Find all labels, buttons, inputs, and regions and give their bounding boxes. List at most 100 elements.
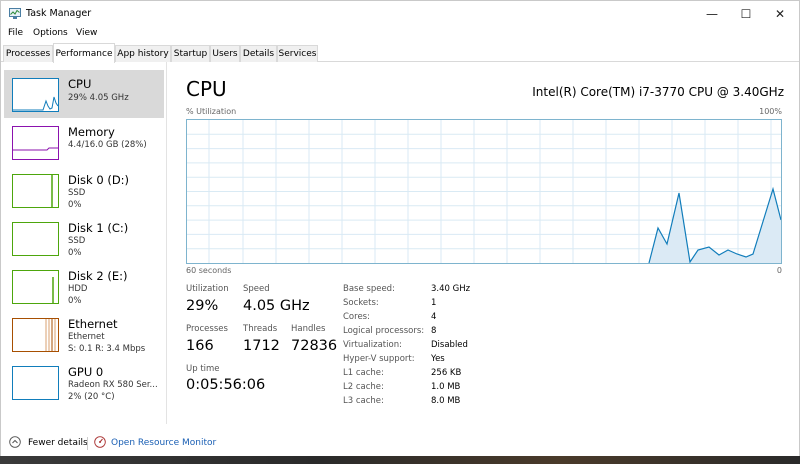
sidebar-item-label: Disk 0 (D:) <box>68 173 130 187</box>
sidebar-item-type: Ethernet <box>68 332 105 342</box>
logical-processors-label: Logical processors: <box>343 326 425 336</box>
sidebar-item-ethernet[interactable]: Ethernet Ethernet S: 0.1 R: 3.4 Mbps <box>4 310 164 358</box>
desktop-background-strip <box>0 456 800 464</box>
sidebar-item-label: Ethernet <box>68 317 118 331</box>
minimize-icon: — <box>706 7 718 21</box>
menu-view[interactable]: View <box>76 28 97 38</box>
sidebar-item-cpu[interactable]: CPU 29% 4.05 GHz <box>4 70 164 118</box>
disk-2-mini-graph <box>52 277 54 303</box>
fewer-details-button[interactable]: Fewer details <box>28 438 88 448</box>
sidebar-item-label: Disk 2 (E:) <box>68 269 128 283</box>
chevron-up-icon[interactable] <box>9 436 21 448</box>
processes-label: Processes <box>186 324 228 334</box>
processes-value: 166 <box>186 338 214 354</box>
maximize-icon: ☐ <box>740 7 752 21</box>
graph-min-label: 0 <box>776 266 782 275</box>
footer-bar: Fewer details Open Resource Monitor <box>1 427 799 457</box>
task-manager-window: Task Manager — ☐ ✕ File Options View Pro… <box>0 0 800 464</box>
virtualization-value: Disabled <box>431 340 468 350</box>
title-bar[interactable]: Task Manager — ☐ ✕ <box>1 1 799 27</box>
ethernet-thumbnail-graph <box>12 318 59 352</box>
task-manager-app-icon <box>9 8 21 19</box>
sidebar-item-detail: S: 0.1 R: 3.4 Mbps <box>68 344 146 354</box>
sidebar-item-type: HDD <box>68 284 88 294</box>
disk-0-thumbnail-graph <box>12 174 59 208</box>
sidebar-item-type: SSD <box>68 188 86 198</box>
cores-value: 4 <box>431 312 437 322</box>
resource-monitor-icon[interactable] <box>94 436 106 448</box>
sidebar-item-label: CPU <box>68 77 92 91</box>
close-icon: ✕ <box>774 7 786 21</box>
threads-value: 1712 <box>243 338 280 354</box>
sidebar-item-detail: 0% <box>68 248 82 258</box>
performance-content: CPU 29% 4.05 GHz Memory 4.4/16.0 GB (28%… <box>1 62 799 427</box>
tab-startup[interactable]: Startup <box>171 45 210 62</box>
sidebar-item-detail: 29% 4.05 GHz <box>68 93 129 103</box>
menu-file[interactable]: File <box>8 28 23 38</box>
uptime-value: 0:05:56:06 <box>186 377 266 393</box>
sidebar-item-label: GPU 0 <box>68 365 104 379</box>
disk-0-mini-graph <box>51 175 53 207</box>
cores-label: Cores: <box>343 312 370 322</box>
graph-grid <box>187 120 781 263</box>
close-button[interactable]: ✕ <box>763 1 797 27</box>
l1-cache-value: 256 KB <box>431 368 462 378</box>
sidebar-item-label: Memory <box>68 125 115 139</box>
base-speed-value: 3.40 GHz <box>431 284 471 294</box>
open-resource-monitor-link[interactable]: Open Resource Monitor <box>111 438 216 448</box>
sidebar-item-disk-1[interactable]: Disk 1 (C:) SSD 0% <box>4 214 164 262</box>
sidebar-item-memory[interactable]: Memory 4.4/16.0 GB (28%) <box>4 118 164 166</box>
tab-performance[interactable]: Performance <box>53 43 115 63</box>
tab-processes[interactable]: Processes <box>3 45 53 62</box>
ethernet-mini-graph <box>45 319 56 351</box>
tab-users[interactable]: Users <box>210 45 240 62</box>
tab-services[interactable]: Services <box>277 45 318 62</box>
sockets-value: 1 <box>431 298 437 308</box>
speed-value: 4.05 GHz <box>243 298 310 314</box>
cpu-mini-graph <box>13 96 59 111</box>
sidebar-item-detail: 2% (20 °C) <box>68 392 115 402</box>
memory-mini-graph <box>13 147 58 151</box>
menu-bar: File Options View <box>1 27 799 43</box>
tab-app-history[interactable]: App history <box>115 45 171 62</box>
tab-details[interactable]: Details <box>240 45 277 62</box>
l2-cache-value: 1.0 MB <box>431 382 461 392</box>
resource-sidebar: CPU 29% 4.05 GHz Memory 4.4/16.0 GB (28%… <box>1 62 167 424</box>
handles-value: 72836 <box>291 338 338 354</box>
sidebar-item-type: Radeon RX 580 Ser... <box>68 380 158 390</box>
sidebar-item-detail: 0% <box>68 200 82 210</box>
page-title: CPU <box>186 77 227 101</box>
sidebar-item-disk-0[interactable]: Disk 0 (D:) SSD 0% <box>4 166 164 214</box>
l3-cache-value: 8.0 MB <box>431 396 461 406</box>
sockets-label: Sockets: <box>343 298 379 308</box>
disk-2-thumbnail-graph <box>12 270 59 304</box>
handles-label: Handles <box>291 324 326 334</box>
sidebar-item-label: Disk 1 (C:) <box>68 221 129 235</box>
utilization-value: 29% <box>186 298 219 314</box>
maximize-button[interactable]: ☐ <box>729 1 763 27</box>
uptime-label: Up time <box>186 364 220 374</box>
graph-time-label: 60 seconds <box>186 266 232 275</box>
sidebar-item-gpu-0[interactable]: GPU 0 Radeon RX 580 Ser... 2% (20 °C) <box>4 358 164 406</box>
footer-divider <box>87 437 88 450</box>
sidebar-item-disk-2[interactable]: Disk 2 (E:) HDD 0% <box>4 262 164 310</box>
processor-name: Intel(R) Core(TM) i7-3770 CPU @ 3.40GHz <box>532 85 784 99</box>
logical-processors-value: 8 <box>431 326 437 336</box>
l2-cache-label: L2 cache: <box>343 382 384 392</box>
virtualization-label: Virtualization: <box>343 340 402 350</box>
cpu-utilization-chart <box>187 120 782 264</box>
window-title: Task Manager <box>26 8 92 19</box>
cpu-detail-panel: CPU Intel(R) Core(TM) i7-3770 CPU @ 3.40… <box>186 62 786 424</box>
menu-options[interactable]: Options <box>33 28 68 38</box>
sidebar-item-detail: 0% <box>68 296 82 306</box>
memory-thumbnail-graph <box>12 126 59 160</box>
gpu-0-thumbnail-graph <box>12 366 59 400</box>
sidebar-item-type: SSD <box>68 236 86 246</box>
sidebar-item-detail: 4.4/16.0 GB (28%) <box>68 140 147 150</box>
l1-cache-label: L1 cache: <box>343 368 384 378</box>
l3-cache-label: L3 cache: <box>343 396 384 406</box>
utilization-label: Utilization <box>186 284 229 294</box>
base-speed-label: Base speed: <box>343 284 395 294</box>
cpu-utilization-graph <box>186 119 782 264</box>
minimize-button[interactable]: — <box>695 1 729 27</box>
